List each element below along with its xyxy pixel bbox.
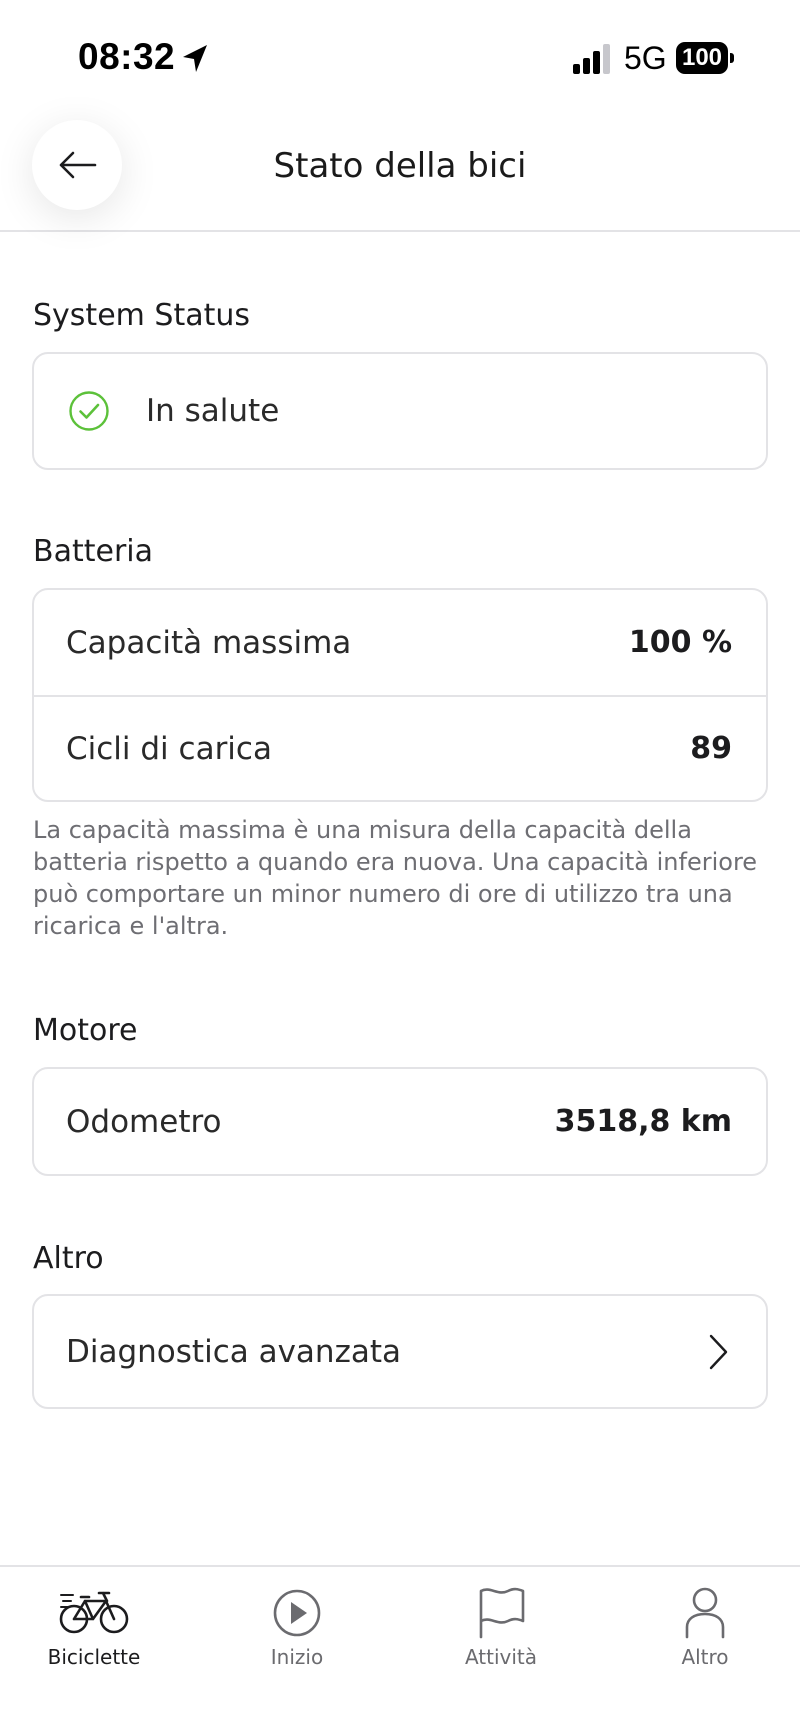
- health-row: In salute: [34, 354, 766, 468]
- tab-label: Inizio: [270, 1645, 324, 1669]
- screen: 08:32 5G 100 Stato della bici System Sta…: [0, 0, 800, 1734]
- flag-icon: [479, 1587, 525, 1639]
- other-card: Diagnostica avanzata: [32, 1294, 768, 1409]
- motor-heading: Motore: [33, 1013, 138, 1048]
- odometer-label: Odometro: [66, 1103, 222, 1140]
- tab-bar: Biciclette Inizio Attività Altro: [0, 1565, 800, 1734]
- health-status-text: In salute: [146, 393, 280, 429]
- battery-icon: 100: [676, 42, 734, 74]
- network-type: 5G: [624, 40, 667, 76]
- location-arrow-icon: [183, 45, 207, 72]
- check-circle-icon: [69, 391, 109, 431]
- max-capacity-label: Capacità massima: [66, 624, 352, 661]
- tab-inizio[interactable]: Inizio: [217, 1567, 377, 1707]
- odometer-value: 3518,8 km: [554, 1104, 732, 1139]
- odometer-row: Odometro 3518,8 km: [34, 1069, 766, 1174]
- chevron-right-icon: [709, 1334, 728, 1369]
- status-time: 08:32: [78, 36, 176, 77]
- battery-level: 100: [676, 42, 728, 74]
- charge-cycles-value: 89: [690, 731, 732, 766]
- battery-tip: [730, 53, 734, 63]
- system-status-heading: System Status: [33, 298, 251, 333]
- header: Stato della bici: [0, 110, 800, 232]
- status-bar: 08:32 5G 100: [0, 0, 800, 110]
- person-icon: [685, 1587, 725, 1639]
- signal-icon: [573, 44, 610, 74]
- other-heading: Altro: [33, 1241, 104, 1276]
- charge-cycles-row: Cicli di carica 89: [34, 695, 766, 800]
- motor-card: Odometro 3518,8 km: [32, 1067, 768, 1176]
- battery-capacity-note: La capacità massima è una misura della c…: [33, 816, 758, 940]
- max-capacity-value: 100 %: [628, 625, 732, 660]
- page-title: Stato della bici: [273, 146, 527, 186]
- tab-biciclette[interactable]: Biciclette: [14, 1567, 174, 1707]
- charge-cycles-label: Cicli di carica: [66, 730, 272, 767]
- tab-attivita[interactable]: Attività: [421, 1567, 581, 1707]
- system-status-card: In salute: [32, 352, 768, 470]
- battery-heading: Batteria: [33, 534, 153, 569]
- tab-altro[interactable]: Altro: [625, 1567, 785, 1707]
- advanced-diagnostics-row[interactable]: Diagnostica avanzata: [34, 1296, 766, 1407]
- battery-card: Capacità massima 100 % Cicli di carica 8…: [32, 588, 768, 802]
- tab-label: Altro: [681, 1645, 729, 1669]
- bicycle-icon: [59, 1591, 129, 1634]
- tab-label: Attività: [464, 1645, 538, 1669]
- tab-label: Biciclette: [47, 1645, 141, 1669]
- advanced-diagnostics-label: Diagnostica avanzata: [66, 1333, 401, 1370]
- play-circle-icon: [273, 1589, 321, 1637]
- max-capacity-row: Capacità massima 100 %: [34, 590, 766, 695]
